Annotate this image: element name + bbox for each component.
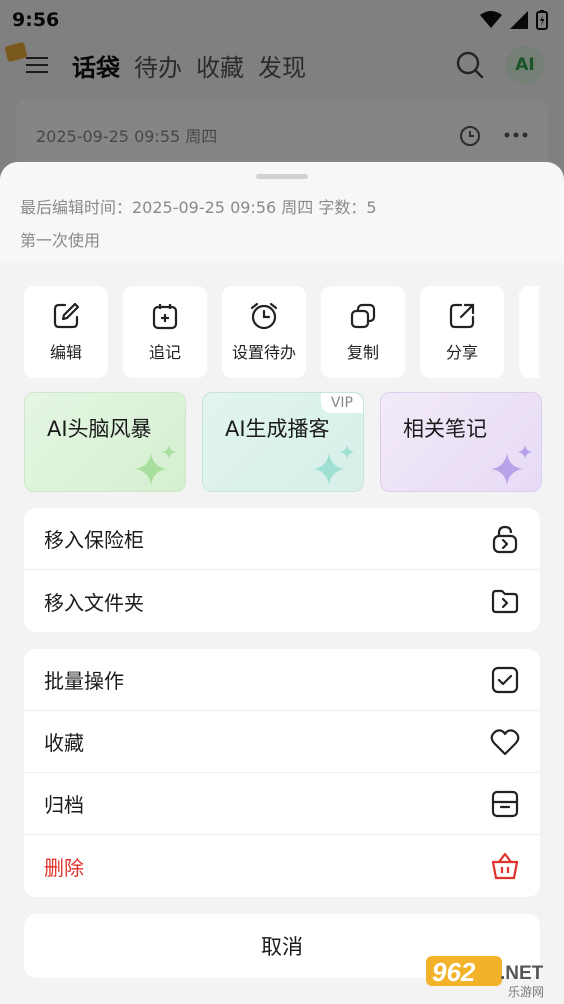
watermark-brand: 962 [432, 957, 476, 987]
append-note-label: 追记 [148, 343, 181, 362]
set-todo-button[interactable]: 设置待办 [222, 286, 306, 378]
more-actions-partial[interactable] [519, 286, 539, 378]
manage-group: 批量操作 收藏 归档 删除 [24, 649, 540, 897]
delete-row[interactable]: 删除 [24, 835, 540, 897]
checkbox-icon [491, 666, 519, 693]
set-todo-label: 设置待办 [231, 343, 296, 362]
drag-handle[interactable] [256, 174, 308, 179]
archive-icon [491, 790, 519, 817]
ai-brainstorm-label: AI头脑风暴 [47, 417, 152, 441]
alarm-clock-icon [250, 302, 278, 330]
share-button[interactable]: 分享 [420, 286, 504, 378]
copy-label: 复制 [346, 343, 379, 362]
favorite-label: 收藏 [44, 731, 84, 755]
action-row: 编辑 追记 设置待办 复制 分享 [24, 286, 539, 378]
heart-icon [490, 728, 520, 755]
append-note-button[interactable]: 追记 [123, 286, 207, 378]
sheet-header: 最后编辑时间：2025-09-25 09:56 周四 字数：5 第一次使用 [0, 162, 564, 262]
site-watermark-logo: 962 .NET 乐游网 [426, 956, 544, 998]
sparkle-icon [135, 445, 176, 485]
share-label: 分享 [445, 343, 478, 362]
sparkle-icon [313, 445, 354, 485]
ai-podcast-label: AI生成播客 [225, 417, 330, 441]
lock-icon [492, 525, 518, 553]
copy-icon [350, 303, 376, 329]
edit-icon [53, 302, 80, 329]
append-note-icon [152, 304, 178, 330]
ai-card-row: AI头脑风暴 AI生成播客 VIP 相关笔记 [24, 392, 542, 492]
batch-operation-label: 批量操作 [44, 669, 124, 693]
ai-podcast-card[interactable]: AI生成播客 VIP [202, 392, 364, 492]
move-to-vault-row[interactable]: 移入保险柜 [24, 508, 540, 570]
move-group: 移入保险柜 移入文件夹 [24, 508, 540, 632]
move-to-folder-label: 移入文件夹 [44, 590, 144, 615]
delete-basket-icon [491, 852, 519, 880]
edit-label: 编辑 [49, 343, 82, 362]
favorite-row[interactable]: 收藏 [24, 711, 540, 773]
delete-label: 删除 [44, 855, 84, 880]
note-subtitle: 第一次使用 [20, 231, 101, 250]
note-meta: 最后编辑时间：2025-09-25 09:56 周四 字数：5 [20, 198, 377, 217]
folder-move-icon [491, 589, 519, 614]
vip-badge: VIP [320, 393, 363, 413]
move-to-folder-row[interactable]: 移入文件夹 [24, 570, 540, 632]
related-notes-card[interactable]: 相关笔记 [380, 392, 542, 492]
archive-label: 归档 [44, 793, 84, 817]
batch-operation-row[interactable]: 批量操作 [24, 649, 540, 711]
copy-button[interactable]: 复制 [321, 286, 405, 378]
sparkle-icon [491, 445, 532, 485]
watermark-sub: 乐游网 [508, 985, 544, 998]
move-to-vault-label: 移入保险柜 [44, 528, 144, 552]
related-notes-label: 相关笔记 [403, 417, 487, 441]
share-icon [449, 303, 475, 329]
ai-brainstorm-card[interactable]: AI头脑风暴 [24, 392, 186, 492]
archive-row[interactable]: 归档 [24, 773, 540, 835]
watermark-suffix: .NET [500, 963, 544, 984]
edit-button[interactable]: 编辑 [24, 286, 108, 378]
bottom-sheet: 最后编辑时间：2025-09-25 09:56 周四 字数：5 第一次使用 编辑… [0, 162, 564, 1004]
